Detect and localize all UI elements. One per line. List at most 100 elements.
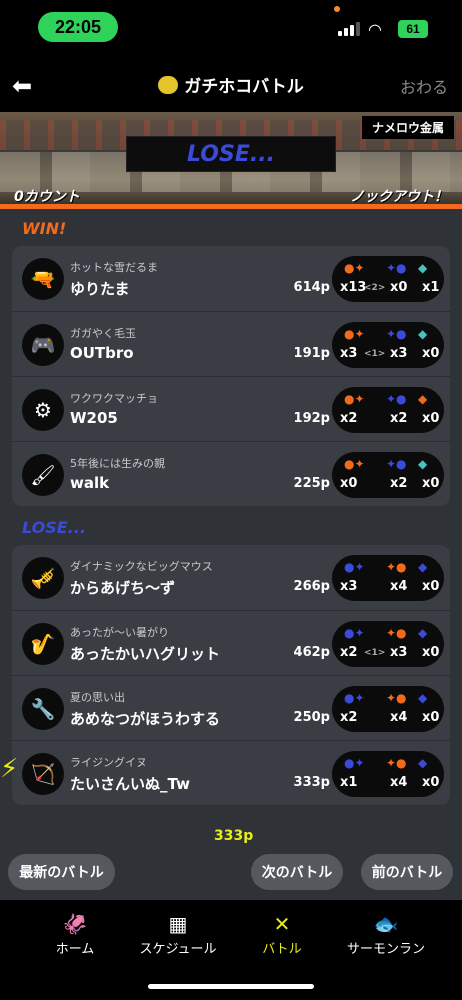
assist-icon: ✦●: [386, 691, 407, 705]
kill-icon: ●✦: [344, 457, 365, 471]
signal-icon: [338, 22, 360, 36]
player-points: 462p: [293, 645, 330, 660]
special-kill-count: <2>: [364, 283, 386, 293]
next-battle-button[interactable]: 次のバトル: [251, 854, 343, 890]
latest-battle-button[interactable]: 最新のバトル: [8, 854, 115, 890]
kill-icon: ●✦: [344, 392, 365, 406]
page-title: ガチホコバトル: [0, 72, 462, 97]
special-icon: ◆: [418, 392, 428, 406]
team-divider: [0, 204, 462, 209]
player-row[interactable]: 🔫 ホットな雪だるま ゆりたま 614p ●✦ ✦● ◆ x13 <2> x0 x1: [12, 246, 450, 311]
special-kill-count: <1>: [364, 648, 386, 658]
player-points: 250p: [293, 710, 330, 725]
player-stats: ●✦ ✦● ◆ x13 <2> x0 x1: [332, 256, 444, 302]
assist-count: x3: [390, 645, 408, 660]
special-count: x0: [422, 710, 440, 725]
player-row[interactable]: 🎺 ダイナミックなビッグマウス からあげち～ず 266p ●✦ ✦● ◆ x3 x4 x…: [12, 545, 450, 610]
tab-salmon-run[interactable]: 🐟 サーモンラン: [336, 912, 436, 957]
assist-count: x4: [390, 775, 408, 790]
player-row[interactable]: ⚙ ワクワクマッチョ W205 192p ●✦ ✦● ◆ x2 x2 x0: [12, 376, 450, 441]
tab-battle[interactable]: ✕ バトル: [232, 912, 332, 957]
assist-icon: ✦●: [386, 560, 407, 574]
battery-level: 61: [406, 22, 420, 36]
kill-icon: ●✦: [344, 691, 365, 705]
home-indicator[interactable]: [148, 984, 314, 989]
kill-icon: ●✦: [344, 626, 365, 640]
player-title: ガガやく毛玉: [70, 327, 136, 340]
player-row[interactable]: 🏹 ライジングイヌ たいさんいぬ_Tw 333p ●✦ ✦● ◆ x1 x4 x0: [12, 740, 450, 805]
player-name: たいさんいぬ_Tw: [70, 775, 190, 793]
result-label: LOSE...: [126, 136, 336, 172]
special-icon: ◆: [418, 457, 428, 471]
special-count: x0: [422, 476, 440, 491]
self-marker-icon: ⚡: [0, 754, 19, 784]
assist-icon: ✦●: [386, 261, 407, 275]
assist-count: x2: [390, 476, 408, 491]
our-count: 0カウント: [14, 189, 80, 205]
weapon-icon: 🏹: [22, 753, 64, 795]
weapon-icon: 🎷: [22, 623, 64, 665]
kill-icon: ●✦: [344, 756, 365, 770]
player-stats: ●✦ ✦● ◆ x3 x4 x0: [332, 555, 444, 601]
player-points: 614p: [293, 280, 330, 295]
kill-count: x2: [340, 710, 358, 725]
kill-icon: ●✦: [344, 327, 365, 341]
win-team-card: 🔫 ホットな雪だるま ゆりたま 614p ●✦ ✦● ◆ x13 <2> x0 x1 🎮 …: [12, 246, 450, 506]
player-title: 5年後には生みの親: [70, 457, 165, 470]
tab-home[interactable]: 🦑 ホーム: [25, 912, 125, 957]
player-title: あったが～い暑がり: [70, 626, 169, 639]
prev-battle-button[interactable]: 前のバトル: [361, 854, 453, 890]
player-row[interactable]: 🔧 夏の思い出 あめなつがほうわする 250p ●✦ ✦● ◆ x2 x4 x0: [12, 675, 450, 740]
player-title: ホットな雪だるま: [70, 261, 158, 274]
special-icon: ◆: [418, 261, 428, 275]
close-button[interactable]: おわる: [400, 74, 448, 98]
player-row[interactable]: 🖌 5年後には生みの親 walk 225p ●✦ ✦● ◆ x0 x2 x0: [12, 441, 450, 506]
weapon-icon: 🎺: [22, 557, 64, 599]
player-points: 225p: [293, 476, 330, 491]
player-name: あめなつがほうわする: [70, 710, 221, 728]
player-stats: ●✦ ✦● ◆ x3 <1> x3 x0: [332, 322, 444, 368]
kill-count: x2: [340, 411, 358, 426]
special-kill-count: <1>: [364, 349, 386, 359]
player-name: OUTbro: [70, 344, 134, 362]
player-row[interactable]: 🎮 ガガやく毛玉 OUTbro 191p ●✦ ✦● ◆ x3 <1> x3 x0: [12, 311, 450, 376]
wifi-icon: ◠: [368, 20, 382, 39]
kill-count: x3: [340, 346, 358, 361]
player-points: 333p: [293, 775, 330, 790]
assist-count: x4: [390, 579, 408, 594]
player-stats: ●✦ ✦● ◆ x1 x4 x0: [332, 751, 444, 797]
status-bar: 22:05 ◠ 61: [0, 0, 462, 56]
rainmaker-icon: [158, 76, 179, 94]
player-stats: ●✦ ✦● ◆ x2 <1> x3 x0: [332, 621, 444, 667]
kill-count: x0: [340, 476, 358, 491]
player-name: W205: [70, 409, 118, 427]
player-row[interactable]: 🎷 あったが～い暑がり あったかいハグリット 462p ●✦ ✦● ◆ x2 <1> x…: [12, 610, 450, 675]
tab-battle-label: バトル: [262, 942, 302, 957]
special-count: x0: [422, 579, 440, 594]
battery-icon: 61: [398, 20, 428, 38]
player-title: ダイナミックなビッグマウス: [70, 560, 213, 573]
clock: 22:05: [38, 12, 118, 42]
bottom-score: 333p: [214, 828, 254, 844]
kill-count: x2: [340, 645, 358, 660]
lose-team-card: 🎺 ダイナミックなビッグマウス からあげち～ず 266p ●✦ ✦● ◆ x3 x4 x…: [12, 545, 450, 805]
player-stats: ●✦ ✦● ◆ x0 x2 x0: [332, 452, 444, 498]
battle-icon: ✕: [273, 912, 291, 936]
calendar-icon: ▦: [168, 912, 188, 936]
tab-salmon-label: サーモンラン: [346, 942, 425, 957]
assist-icon: ✦●: [386, 457, 407, 471]
player-points: 266p: [293, 579, 330, 594]
special-count: x0: [422, 775, 440, 790]
page-title-text: ガチホコバトル: [184, 77, 304, 97]
assist-count: x4: [390, 710, 408, 725]
tab-schedule[interactable]: ▦ スケジュール: [128, 912, 228, 957]
tab-schedule-label: スケジュール: [139, 942, 217, 957]
assist-count: x3: [390, 346, 408, 361]
special-icon: ◆: [418, 691, 428, 705]
player-name: あったかいハグリット: [70, 645, 221, 663]
player-title: 夏の思い出: [70, 691, 125, 704]
special-count: x1: [422, 280, 440, 295]
kill-icon: ●✦: [344, 560, 365, 574]
assist-count: x2: [390, 411, 408, 426]
privacy-indicator: [334, 6, 340, 12]
